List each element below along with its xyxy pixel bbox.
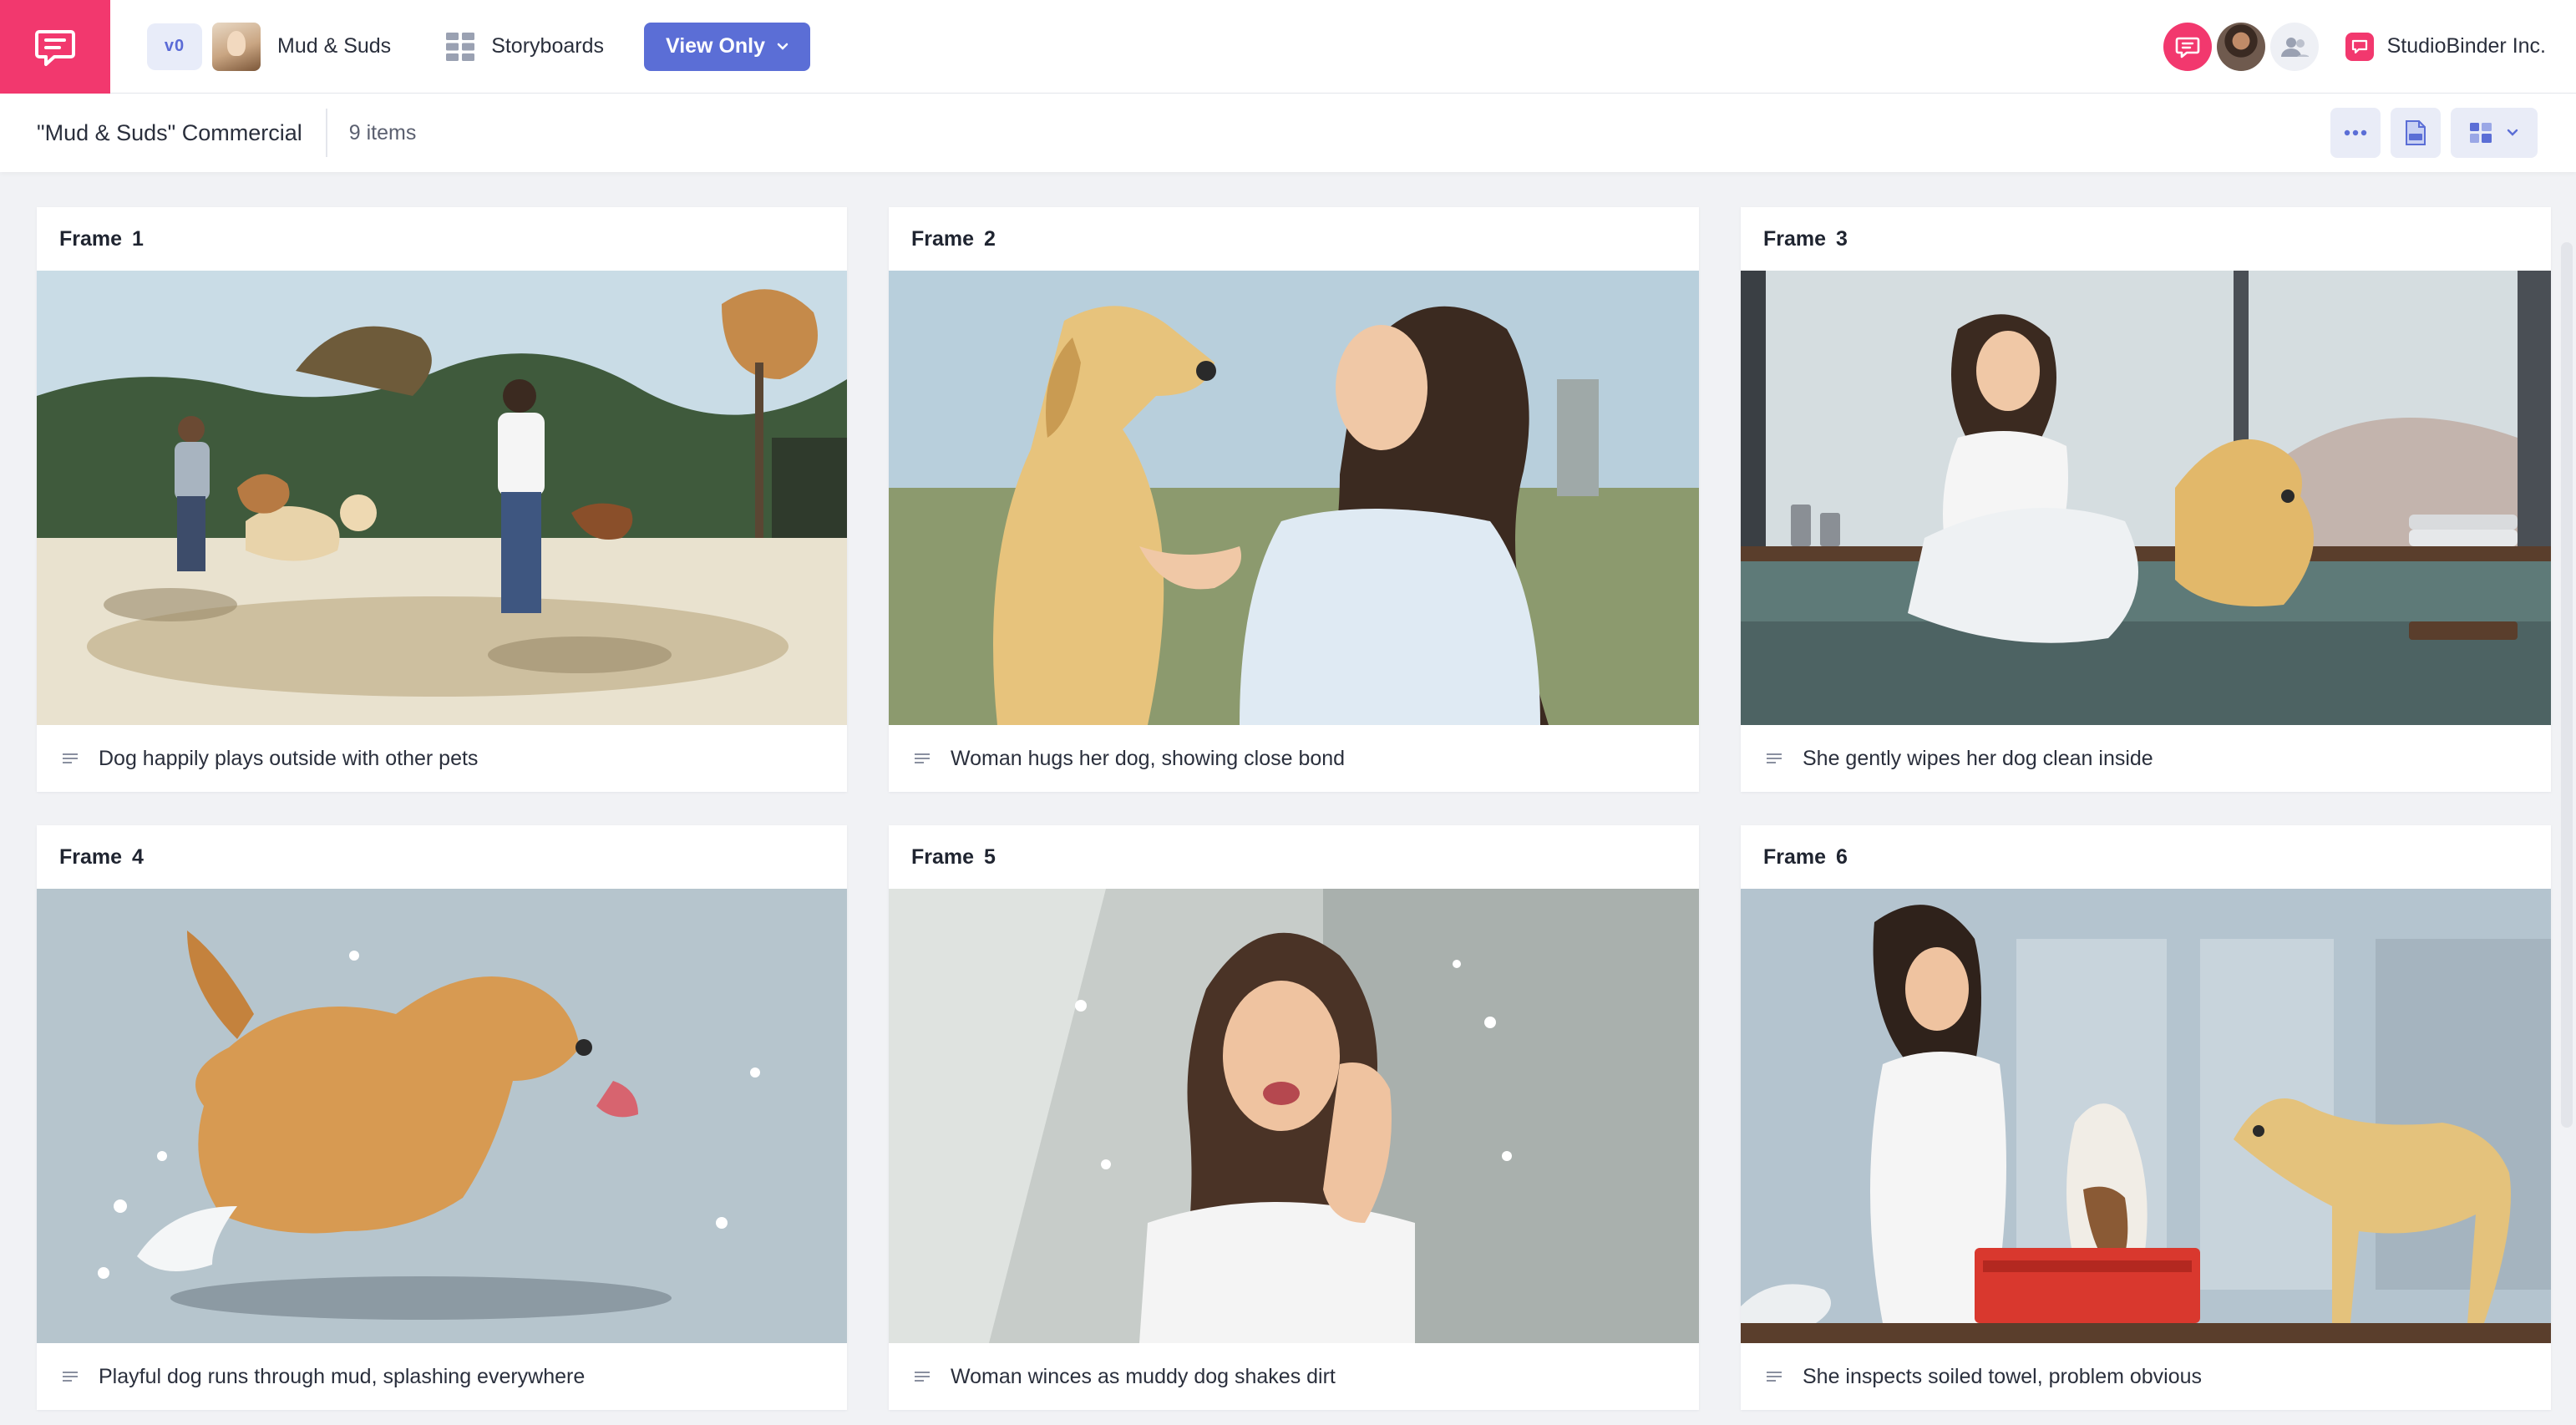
frame-header: Frame 1 (37, 207, 847, 271)
more-icon (2344, 129, 2367, 136)
org-name: StudioBinder Inc. (2386, 34, 2546, 58)
chat-bubble-icon (35, 29, 75, 66)
frame-header: Frame 6 (1741, 825, 2551, 889)
users-icon (2280, 37, 2309, 57)
project-name[interactable]: Mud & Suds (277, 34, 391, 58)
notes-icon (1767, 1372, 1782, 1382)
frame-number: 6 (1836, 844, 1848, 869)
frame-header: Frame 3 (1741, 207, 2551, 271)
frame-card[interactable]: Frame 4 Playful dog runs through mud, sp… (37, 825, 847, 1410)
frame-card[interactable]: Frame 3 She gently wipes her dog clean i… (1741, 207, 2551, 792)
storyboards-label: Storyboards (491, 34, 604, 58)
frame-number: 1 (132, 226, 144, 251)
frame-footer: Dog happily plays outside with other pet… (37, 725, 847, 792)
organization-switcher[interactable]: StudioBinder Inc. (2345, 32, 2546, 61)
user-avatar[interactable] (2216, 22, 2265, 71)
collaborators-button[interactable] (2269, 22, 2319, 71)
notes-icon (915, 753, 930, 763)
frame-image[interactable] (1741, 271, 2551, 725)
storyboards-link[interactable]: Storyboards (446, 32, 604, 61)
top-bar: v0 Mud & Suds Storyboards View Only Stud… (0, 0, 2576, 94)
header-divider (325, 109, 327, 157)
frame-header: Frame 2 (889, 207, 1699, 271)
frame-card[interactable]: Frame 6 She inspects soiled towel, probl… (1741, 825, 2551, 1410)
frame-label: Frame (1763, 844, 1827, 869)
view-only-label: View Only (665, 34, 766, 58)
notes-icon (915, 1372, 930, 1382)
frame-header: Frame 5 (889, 825, 1699, 889)
chat-bubble-icon (2175, 37, 2199, 58)
frame-label: Frame (59, 844, 123, 869)
frame-number: 2 (984, 226, 996, 251)
frame-card[interactable]: Frame 5 Woman winces as muddy dog shakes… (889, 825, 1699, 1410)
chevron-down-icon (777, 43, 789, 50)
grid-icon (446, 32, 475, 61)
version-chip[interactable]: v0 (147, 23, 202, 70)
frame-image[interactable] (37, 889, 847, 1343)
frame-label: Frame (59, 226, 123, 251)
org-logo-icon (2345, 32, 2374, 61)
export-pdf-button[interactable] (2391, 108, 2441, 158)
notes-icon (63, 753, 78, 763)
frame-header: Frame 4 (37, 825, 847, 889)
layout-selector[interactable] (2451, 108, 2538, 158)
frame-card[interactable]: Frame 1 Dog happily plays outside with o… (37, 207, 847, 792)
storyboard-header: "Mud & Suds" Commercial 9 items (0, 94, 2576, 172)
pdf-icon (2406, 120, 2426, 145)
frame-number: 4 (132, 844, 144, 869)
frame-caption: She gently wipes her dog clean inside (1803, 746, 2153, 770)
frames-grid: Frame 1 Dog happily plays outside with o… (37, 207, 2551, 1410)
frame-caption: Woman winces as muddy dog shakes dirt (951, 1364, 1336, 1388)
frame-label: Frame (911, 844, 975, 869)
frame-number: 5 (984, 844, 996, 869)
frame-image[interactable] (889, 271, 1699, 725)
item-count: 9 items (348, 120, 417, 145)
frame-number: 3 (1836, 226, 1848, 251)
comments-button[interactable] (2163, 22, 2212, 71)
frame-image[interactable] (1741, 889, 2551, 1343)
frame-image[interactable] (889, 889, 1699, 1343)
top-right-controls: StudioBinder Inc. (2163, 22, 2546, 71)
notes-icon (1767, 753, 1782, 763)
frame-footer: Woman hugs her dog, showing close bond (889, 725, 1699, 792)
frame-footer: Woman winces as muddy dog shakes dirt (889, 1343, 1699, 1410)
frame-label: Frame (1763, 226, 1827, 251)
view-only-button[interactable]: View Only (643, 22, 811, 71)
frame-footer: She inspects soiled towel, problem obvio… (1741, 1343, 2551, 1410)
frame-image[interactable] (37, 271, 847, 725)
vertical-scrollbar[interactable] (2561, 242, 2573, 1128)
frame-caption: She inspects soiled towel, problem obvio… (1803, 1364, 2203, 1388)
frame-footer: She gently wipes her dog clean inside (1741, 725, 2551, 792)
frame-label: Frame (911, 226, 975, 251)
notes-icon (63, 1372, 78, 1382)
frame-footer: Playful dog runs through mud, splashing … (37, 1343, 847, 1410)
storyboard-title: "Mud & Suds" Commercial (37, 119, 302, 145)
app-logo[interactable] (0, 0, 110, 94)
frame-caption: Woman hugs her dog, showing close bond (951, 746, 1346, 770)
frame-caption: Dog happily plays outside with other pet… (99, 746, 479, 770)
more-options-button[interactable] (2330, 108, 2381, 158)
layout-icon (2470, 123, 2492, 143)
frame-caption: Playful dog runs through mud, splashing … (99, 1364, 586, 1388)
project-thumbnail[interactable] (212, 22, 261, 71)
header-tools (2330, 108, 2538, 158)
chevron-down-icon (2507, 129, 2518, 136)
frame-card[interactable]: Frame 2 Woman hugs her dog, showing clos… (889, 207, 1699, 792)
